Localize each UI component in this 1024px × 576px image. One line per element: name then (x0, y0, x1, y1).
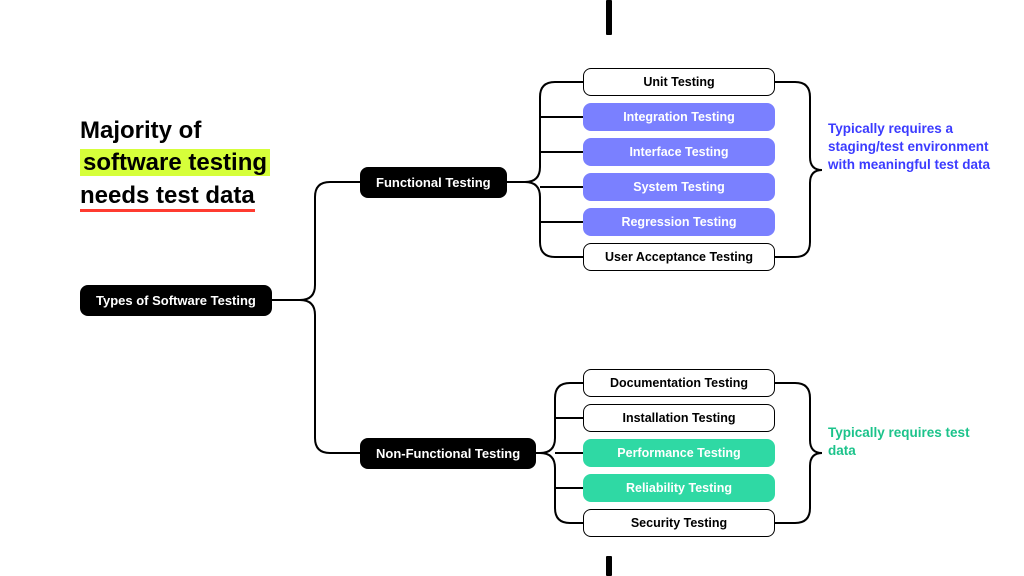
leaf-regression-testing: Regression Testing (583, 208, 775, 236)
root-node: Types of Software Testing (80, 285, 272, 316)
diagram-stage: Majority of software testing needs test … (0, 0, 1024, 576)
root-label: Types of Software Testing (96, 293, 256, 308)
top-divider (606, 0, 612, 35)
title-highlight: software testing (80, 149, 270, 176)
leaf-performance-testing: Performance Testing (583, 439, 775, 467)
leaf-reliability-testing: Reliability Testing (583, 474, 775, 502)
title-underline: needs test data (80, 182, 255, 212)
nonfunctional-label: Non-Functional Testing (376, 446, 520, 461)
diagram-title: Majority of software testing needs test … (80, 115, 340, 212)
functional-node: Functional Testing (360, 167, 507, 198)
leaf-installation-testing: Installation Testing (583, 404, 775, 432)
leaf-security-testing: Security Testing (583, 509, 775, 537)
nonfunctional-node: Non-Functional Testing (360, 438, 536, 469)
bottom-divider (606, 556, 612, 576)
leaf-interface-testing: Interface Testing (583, 138, 775, 166)
leaf-system-testing: System Testing (583, 173, 775, 201)
leaf-integration-testing: Integration Testing (583, 103, 775, 131)
title-line-1: Majority of (80, 117, 201, 144)
leaf-documentation-testing: Documentation Testing (583, 369, 775, 397)
leaf-user-acceptance-testing: User Acceptance Testing (583, 243, 775, 271)
note-green: Typically requires test data (828, 424, 998, 460)
functional-label: Functional Testing (376, 175, 491, 190)
note-blue: Typically requires a staging/test enviro… (828, 120, 998, 175)
leaf-unit-testing: Unit Testing (583, 68, 775, 96)
